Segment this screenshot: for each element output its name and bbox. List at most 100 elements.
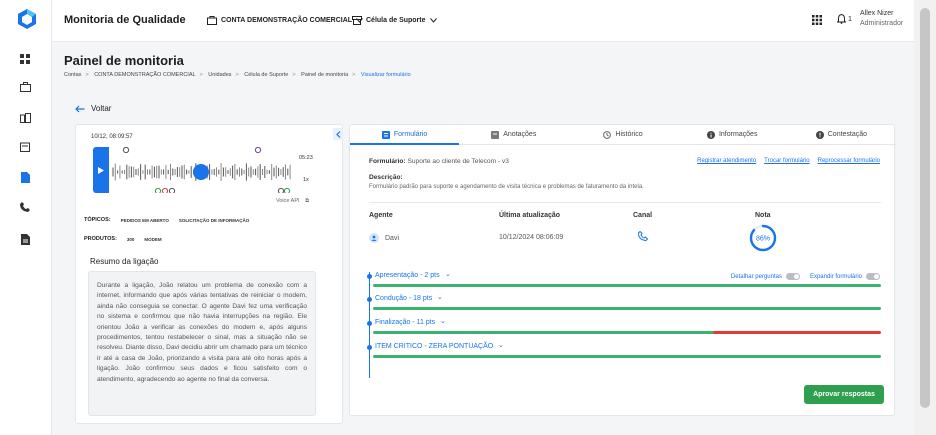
toggle-label: Expandir formulário bbox=[809, 273, 862, 280]
section-title[interactable]: ITEM CRITICO - ZERA PONTUAÇÃO bbox=[375, 343, 493, 350]
chevron-down-icon[interactable]: ⌄ bbox=[445, 270, 451, 278]
notifications-button[interactable]: 1 bbox=[837, 14, 852, 24]
tab-label: Informações bbox=[718, 131, 758, 138]
register-call-link[interactable]: Registrar atendimento bbox=[697, 158, 756, 164]
section-title[interactable]: Apresentação - 2 pts bbox=[375, 272, 440, 279]
playback-speed[interactable]: 1x bbox=[303, 177, 309, 183]
waveform[interactable] bbox=[93, 147, 309, 193]
calendar-icon[interactable] bbox=[18, 140, 32, 154]
briefcase-icon[interactable] bbox=[18, 80, 32, 94]
account-selector[interactable]: CONTA DEMONSTRAÇÃO COMERCIAL bbox=[207, 16, 363, 25]
event-marker[interactable] bbox=[161, 187, 169, 193]
event-marker[interactable] bbox=[254, 147, 262, 154]
apps-grid-icon[interactable] bbox=[812, 15, 822, 25]
updated-at: 10/12/2024 08:06:09 bbox=[499, 234, 564, 241]
scrollbar-thumb[interactable] bbox=[920, 8, 930, 408]
document-icon[interactable] bbox=[18, 170, 32, 184]
left-rail bbox=[0, 0, 52, 435]
top-bar: Monitoria de Qualidade CONTA DEMONSTRAÇÃ… bbox=[52, 0, 936, 42]
app-logo-icon[interactable] bbox=[16, 8, 38, 30]
toggle-switch[interactable] bbox=[866, 273, 880, 280]
reprocess-form-link[interactable]: Reprocessar formulário bbox=[818, 158, 880, 164]
products-row: PRODUTOS: 300 MODEM bbox=[84, 236, 162, 242]
topics-row: TÓPICOS: PEDIDOS EM ABERTO SOLICITAÇÃO D… bbox=[84, 217, 249, 223]
form-name-line: Formulário: Suporte ao cliente de Teleco… bbox=[369, 158, 509, 165]
approve-answers-button[interactable]: Aprovar respostas bbox=[804, 385, 884, 404]
user-name: Allex Nizer bbox=[860, 10, 894, 17]
breadcrumb-item[interactable]: Painel de monitoria bbox=[301, 72, 348, 78]
section-score-bar bbox=[373, 307, 881, 310]
tab-historico[interactable]: Histórico bbox=[568, 125, 677, 144]
breadcrumb-item[interactable]: Unidades bbox=[208, 72, 231, 78]
breadcrumb: Contas > CONTA DEMONSTRAÇÃO COMERCIAL > Un… bbox=[64, 72, 411, 78]
breadcrumb-item[interactable]: Contas bbox=[64, 72, 81, 78]
call-timestamp: 10/12, 08:09:57 bbox=[91, 134, 133, 140]
col-agent: Agente bbox=[369, 212, 393, 219]
tab-anotacoes[interactable]: Anotações bbox=[459, 125, 568, 144]
topic-chip[interactable]: PEDIDOS EM ABERTO bbox=[121, 217, 169, 223]
building-icon[interactable] bbox=[18, 111, 32, 125]
breadcrumb-separator: > bbox=[352, 72, 356, 78]
chevron-down-icon[interactable]: ⌄ bbox=[440, 317, 446, 325]
form-toggles: Detalhar perguntas Expandir formulário bbox=[731, 273, 880, 280]
agent-icon bbox=[369, 233, 379, 243]
tab-contestacao[interactable]: Contestação bbox=[787, 125, 896, 144]
notes-icon bbox=[491, 130, 500, 139]
summary-title: Resumo da ligação bbox=[90, 257, 159, 266]
breadcrumb-separator: > bbox=[235, 72, 239, 78]
tab-label: Histórico bbox=[615, 131, 643, 138]
back-button[interactable]: Voltar bbox=[75, 104, 111, 113]
event-marker[interactable] bbox=[277, 187, 285, 193]
agent-cell: Davi bbox=[369, 233, 399, 243]
breadcrumb-separator: > bbox=[199, 72, 203, 78]
section-dot bbox=[367, 345, 372, 350]
change-form-link[interactable]: Trocar formulário bbox=[764, 158, 809, 164]
breadcrumb-item[interactable]: Célula de Suporte bbox=[244, 72, 288, 78]
event-marker[interactable] bbox=[154, 187, 162, 193]
products-label: PRODUTOS: bbox=[84, 236, 117, 242]
toggle-label: Detalhar perguntas bbox=[730, 273, 782, 280]
user-info[interactable]: Allex Nizer Administrador bbox=[860, 9, 903, 29]
event-marker[interactable] bbox=[283, 187, 291, 193]
chevron-down-icon[interactable]: ⌄ bbox=[437, 293, 443, 301]
account-selector-label: CONTA DEMONSTRAÇÃO COMERCIAL bbox=[221, 17, 353, 24]
col-channel: Canal bbox=[633, 212, 653, 219]
tab-label: Contestação bbox=[827, 131, 868, 138]
product-chip[interactable]: 300 bbox=[127, 236, 135, 242]
breadcrumb-item[interactable]: CONTA DEMONSTRAÇÃO COMERCIAL bbox=[94, 72, 195, 78]
back-label: Voltar bbox=[91, 104, 112, 113]
page-scrollbar[interactable] bbox=[914, 0, 936, 435]
team-selector[interactable]: Célula de Suporte bbox=[352, 16, 437, 25]
arrow-left-icon bbox=[75, 105, 85, 112]
collapse-panel-button[interactable] bbox=[333, 128, 343, 140]
app-title: Monitoria de Qualidade bbox=[64, 14, 186, 26]
tab-informacoes[interactable]: Informações bbox=[678, 125, 787, 144]
report-icon[interactable] bbox=[18, 232, 32, 246]
section-title[interactable]: Condução - 18 pts bbox=[375, 295, 432, 302]
dashboard-icon[interactable] bbox=[18, 52, 32, 66]
score-value: 86% bbox=[756, 236, 770, 243]
briefcase-icon bbox=[207, 16, 217, 25]
event-marker[interactable] bbox=[122, 147, 130, 154]
section-title[interactable]: Finalização - 11 pts bbox=[375, 319, 435, 326]
col-score: Nota bbox=[755, 212, 771, 219]
play-button[interactable] bbox=[93, 147, 109, 193]
toggle-switch[interactable] bbox=[785, 273, 800, 280]
product-chip[interactable]: MODEM bbox=[144, 236, 161, 242]
expand-form-toggle[interactable]: Expandir formulário bbox=[810, 273, 880, 280]
breadcrumb-current: Visualizar formulário bbox=[360, 72, 411, 78]
topic-chip[interactable]: SOLICITAÇÃO DE INFORMAÇÃO bbox=[179, 217, 249, 223]
chevron-down-icon[interactable]: ⌄ bbox=[498, 341, 504, 349]
summary-text: Durante a ligação, João relatou um probl… bbox=[88, 271, 316, 416]
phone-icon[interactable] bbox=[18, 200, 32, 214]
copy-icon[interactable]: ⧉ bbox=[305, 198, 309, 204]
event-marker[interactable] bbox=[168, 187, 176, 193]
tab-label: Formulário bbox=[393, 131, 428, 138]
playhead-handle[interactable] bbox=[193, 164, 209, 180]
chevron-down-icon bbox=[429, 18, 437, 23]
notifications-count: 1 bbox=[848, 15, 852, 23]
detail-questions-toggle[interactable]: Detalhar perguntas bbox=[731, 273, 800, 280]
call-panel: 10/12, 08:09:57 05:23 1x Voice API ⧉ TÓP… bbox=[75, 124, 343, 424]
history-icon bbox=[603, 130, 612, 139]
tab-formulario[interactable]: Formulário bbox=[350, 125, 459, 144]
